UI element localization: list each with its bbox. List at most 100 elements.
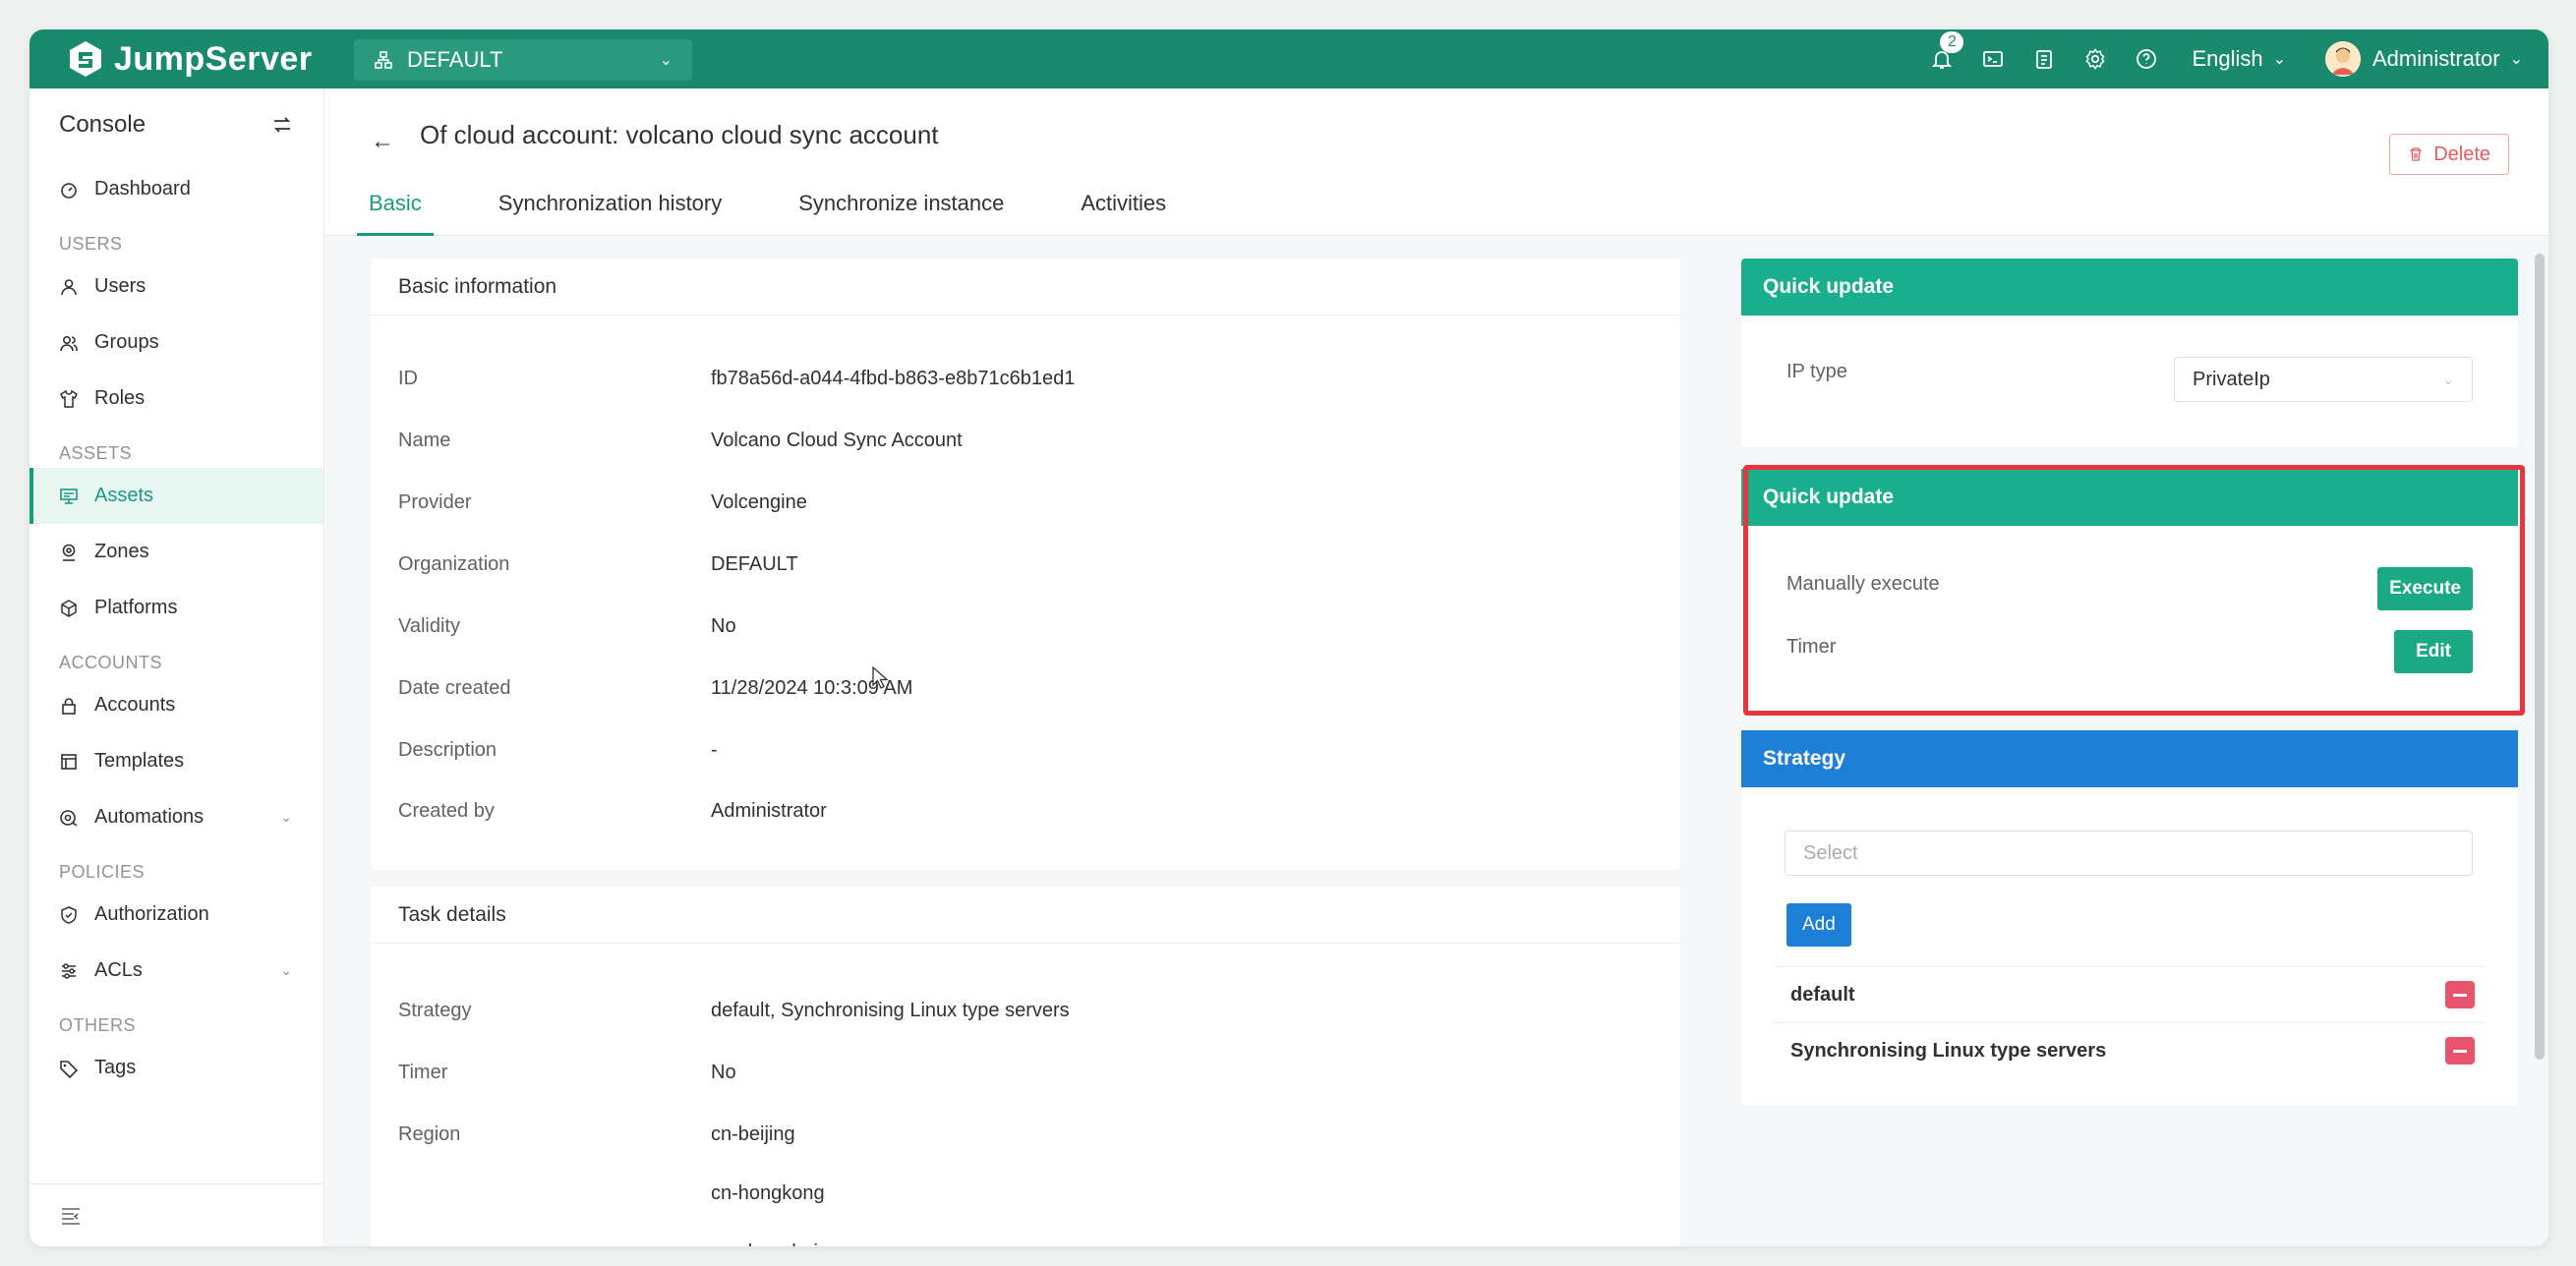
sidebar-item-tags[interactable]: Tags [29, 1040, 323, 1096]
execute-button[interactable]: Execute [2377, 567, 2473, 610]
strategy-name: Synchronising Linux type servers [1790, 1039, 2107, 1062]
language-label: English [2192, 46, 2263, 71]
topbar-actions: 2 English ⌄ Administrator ⌄ [1916, 29, 2523, 88]
info-label: Provider [398, 491, 472, 513]
tab-activities[interactable]: Activities [1081, 191, 1166, 236]
cube-icon [61, 599, 77, 617]
strategy-select[interactable]: Select [1785, 831, 2473, 876]
user-menu[interactable]: Administrator ⌄ [2325, 41, 2523, 77]
tab-synchronize-instance[interactable]: Synchronize instance [798, 191, 1004, 236]
info-label: Date created [398, 677, 511, 699]
chevron-down-icon: ⌄ [2509, 51, 2523, 68]
sidebar-item-assets[interactable]: Assets [29, 468, 323, 524]
sidebar-item-label: ACLs [94, 959, 143, 981]
sidebar-item-zones[interactable]: Zones [29, 524, 323, 580]
tab-basic[interactable]: Basic [357, 191, 434, 236]
timer-label: Timer [1786, 636, 1837, 658]
ip-type-select[interactable]: PrivateIp ⌄ [2174, 357, 2473, 402]
delete-label: Delete [2433, 143, 2490, 165]
sidebar-item-dashboard[interactable]: Dashboard [29, 161, 323, 217]
timer-row: Timer Edit [1786, 630, 2473, 673]
location-icon [62, 544, 76, 561]
sidebar-item-automations[interactable]: Automations ⌄ [29, 789, 323, 845]
quick-update-ip-card: Quick update IP type PrivateIp ⌄ [1741, 259, 2518, 447]
collapse-menu-icon [62, 1207, 80, 1225]
info-label: Description [398, 739, 498, 761]
web-terminal-button[interactable] [1967, 29, 2019, 88]
sidebar-group-users: USERS [59, 234, 123, 254]
dashboard-icon [61, 182, 77, 199]
remove-strategy-button[interactable] [2445, 1037, 2475, 1065]
sidebar-item-label: Tags [94, 1057, 137, 1078]
sidebar-item-platforms[interactable]: Platforms [29, 580, 323, 636]
sidebar-item-label: Users [94, 275, 146, 297]
task-details-card: Task details Strategy default, Synchroni… [371, 887, 1680, 1246]
info-value: Volcengine [711, 491, 807, 513]
delete-button[interactable]: Delete [2389, 134, 2509, 175]
chevron-down-icon: ⌄ [2272, 51, 2286, 68]
organization-select[interactable]: DEFAULT ⌄ [354, 39, 692, 81]
language-switcher[interactable]: English ⌄ [2192, 46, 2286, 72]
sidebar-item-templates[interactable]: Templates [29, 733, 323, 789]
sidebar-item-authorization[interactable]: Authorization [29, 887, 323, 943]
manual-execute-row: Manually execute Execute [1786, 567, 2473, 610]
quick-update-header: Quick update [1741, 469, 2518, 526]
sidebar-item-users[interactable]: Users [29, 259, 323, 315]
sidebar-item-groups[interactable]: Groups [29, 315, 323, 371]
notification-badge: 2 [1940, 31, 1964, 53]
app-window: JumpServer DEFAULT ⌄ 2 English ⌄ Adminis… [29, 29, 2548, 1246]
edit-button[interactable]: Edit [2394, 630, 2473, 673]
back-arrow-icon[interactable]: ← [371, 128, 394, 155]
add-strategy-button[interactable]: Add [1786, 903, 1851, 947]
strategy-header: Strategy [1741, 730, 2518, 787]
page-header: ← Of cloud account: volcano cloud sync a… [325, 88, 2548, 236]
avatar [2325, 41, 2361, 77]
sidebar-item-label: Authorization [94, 903, 209, 925]
tickets-button[interactable] [2019, 29, 2070, 88]
terminal-icon [1983, 51, 2004, 67]
switch-view-icon[interactable] [270, 113, 294, 137]
sidebar-item-label: Dashboard [94, 178, 191, 200]
filter-sliders-icon [62, 962, 76, 979]
chevron-down-icon: ⌄ [2442, 371, 2454, 387]
sidebar-item-accounts[interactable]: Accounts [29, 677, 323, 733]
info-value: default, Synchronising Linux type server… [711, 1000, 1070, 1021]
sidebar-header: Console [29, 88, 323, 161]
task-details-header: Task details [371, 887, 1680, 944]
shield-check-icon [61, 905, 77, 924]
tab-synchronization-history[interactable]: Synchronization history [498, 191, 722, 236]
sidebar-item-label: Templates [94, 750, 185, 772]
sidebar-item-roles[interactable]: Roles [29, 371, 323, 427]
info-label: Organization [398, 553, 510, 575]
info-value: 11/28/2024 10:3:09 AM [711, 677, 913, 699]
logo[interactable]: JumpServer [65, 39, 313, 79]
remove-strategy-button[interactable] [2445, 981, 2475, 1008]
info-value: No [711, 615, 736, 637]
sidebar-item-acls[interactable]: ACLs ⌄ [29, 943, 323, 999]
trash-icon [2410, 147, 2423, 161]
info-value: DEFAULT [711, 553, 798, 575]
notifications-button[interactable]: 2 [1916, 29, 1967, 88]
page-scrollbar[interactable] [2535, 254, 2545, 1060]
info-value: No [711, 1062, 736, 1083]
info-label: Region [398, 1123, 461, 1145]
user-avatar-icon [2325, 41, 2361, 77]
settings-button[interactable] [2070, 29, 2121, 88]
manual-execute-label: Manually execute [1786, 573, 1940, 595]
info-value: Administrator [711, 800, 827, 822]
sidebar-item-label: Automations [94, 806, 205, 828]
page-title: Of cloud account: volcano cloud sync acc… [420, 120, 939, 149]
sidebar-group-policies: POLICIES [59, 862, 146, 882]
strategy-row: Synchronising Linux type servers [1773, 1022, 2487, 1078]
top-bar: JumpServer DEFAULT ⌄ 2 English ⌄ Adminis… [29, 29, 2548, 88]
info-value: fb78a56d-a044-4fbd-b863-e8b71c6b1ed1 [711, 368, 1076, 389]
sidebar-collapse-button[interactable] [29, 1183, 323, 1246]
user-group-icon [60, 335, 78, 351]
basic-info-card: Basic information ID fb78a56d-a044-4fbd-… [371, 259, 1680, 870]
help-button[interactable] [2121, 29, 2172, 88]
sidebar-item-label: Groups [94, 331, 159, 353]
question-icon [2137, 49, 2157, 69]
mouse-cursor-icon [872, 666, 889, 689]
info-label: Strategy [398, 1000, 472, 1021]
organization-name: DEFAULT [407, 47, 503, 72]
